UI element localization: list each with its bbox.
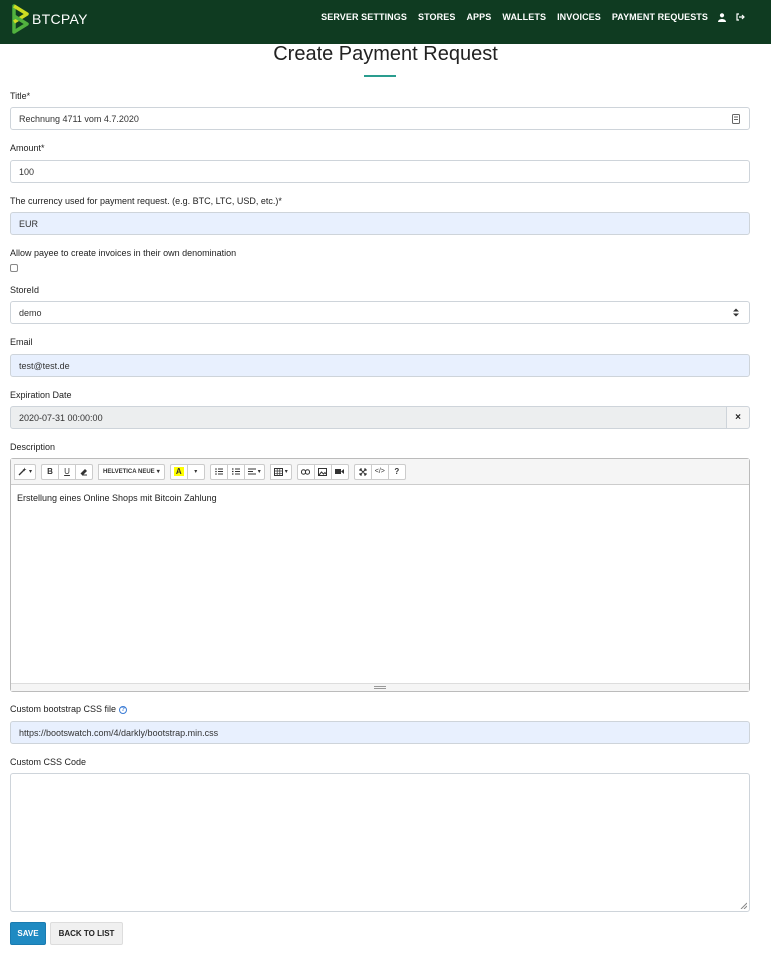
nav-wallets[interactable]: WALLETS (502, 12, 546, 22)
table-icon (273, 467, 283, 476)
back-to-list-button[interactable]: BACK TO LIST (50, 922, 123, 945)
sign-out-icon[interactable] (736, 13, 745, 21)
font-color-icon: A (173, 467, 184, 476)
allow-custom-checkbox[interactable] (10, 264, 18, 272)
title-input-value: Rechnung 4711 vom 4.7.2020 (19, 113, 139, 124)
btcpay-logo-icon (12, 4, 29, 34)
currency-input-value: EUR (19, 218, 39, 229)
brand-name: BTCPAY (32, 11, 88, 27)
expiration-input[interactable]: 2020-07-31 00:00:00 (10, 406, 727, 429)
custom-css-code-textarea[interactable] (10, 773, 750, 912)
email-label: Email (10, 337, 33, 347)
email-input[interactable]: test@test.de (10, 354, 750, 377)
allow-custom-label: Allow payee to create invoices in their … (10, 248, 237, 258)
question-circle-icon[interactable]: ? (119, 705, 128, 714)
save-button[interactable]: SAVE (10, 922, 46, 945)
store-select[interactable]: demo (10, 301, 750, 324)
picture-icon[interactable] (313, 463, 332, 480)
ordered-list-icon[interactable] (226, 463, 245, 480)
amount-label: Amount* (10, 143, 45, 153)
custom-css-code-label: Custom CSS Code (10, 757, 87, 767)
editor-toolbar: ▾ B U HELVETICA NEUE ▾ A ▾ ▾ ▾ </> ? (11, 459, 749, 485)
expiration-label: Expiration Date (10, 390, 72, 400)
help-button[interactable]: ? (387, 463, 406, 480)
paragraph-align-dropdown[interactable]: ▾ (243, 463, 265, 480)
bold-button[interactable]: B (41, 463, 60, 480)
title-label: Title* (10, 91, 31, 101)
main-nav: SERVER SETTINGS STORES APPS WALLETS INVO… (310, 0, 745, 34)
top-navbar: BTCPAY SERVER SETTINGS STORES APPS WALLE… (0, 0, 771, 44)
title-underline (364, 75, 396, 77)
text-color-button[interactable]: A (169, 463, 188, 480)
editor-resize-handle[interactable] (11, 683, 749, 691)
expiration-group: 2020-07-31 00:00:00 × (10, 406, 750, 429)
select-arrows-icon (731, 307, 741, 319)
nav-payment-requests[interactable]: PAYMENT REQUESTS (612, 12, 708, 22)
contact-card-icon[interactable] (731, 113, 741, 125)
brand-logo[interactable]: BTCPAY (12, 3, 88, 35)
custom-css-file-label: Custom bootstrap CSS file? (10, 704, 128, 714)
clear-date-button[interactable]: × (726, 406, 750, 429)
nav-stores[interactable]: STORES (418, 12, 455, 22)
fullscreen-icon[interactable] (353, 463, 372, 480)
currency-input[interactable]: EUR (10, 212, 750, 235)
resize-grip-icon[interactable] (740, 902, 747, 909)
text-color-dropdown[interactable]: ▾ (186, 463, 205, 480)
description-label: Description (10, 442, 56, 452)
nav-apps[interactable]: APPS (466, 12, 491, 22)
amount-input-value: 100 (19, 166, 35, 177)
expiration-input-value: 2020-07-31 00:00:00 (19, 412, 103, 423)
link-icon[interactable] (296, 463, 315, 480)
currency-label: The currency used for payment request. (… (10, 196, 282, 206)
align-left-icon (247, 468, 256, 475)
unordered-list-icon[interactable] (209, 463, 228, 480)
amount-input[interactable]: 100 (10, 160, 750, 183)
user-icon[interactable] (718, 12, 726, 22)
custom-css-file-label-text: Custom bootstrap CSS file (10, 704, 117, 714)
store-select-value: demo (19, 307, 42, 318)
editor-content[interactable]: Erstellung eines Online Shops mit Bitcoi… (11, 485, 749, 683)
video-icon[interactable] (330, 463, 349, 480)
font-family-dropdown[interactable]: HELVETICA NEUE ▾ (98, 463, 165, 480)
font-family-label: HELVETICA NEUE (103, 468, 155, 475)
nav-server-settings[interactable]: SERVER SETTINGS (321, 12, 407, 22)
custom-css-file-value: https://bootswatch.com/4/darkly/bootstra… (19, 727, 219, 738)
table-dropdown[interactable]: ▾ (269, 463, 292, 480)
code-view-icon[interactable]: </> (370, 463, 389, 480)
magic-wand-icon (18, 467, 27, 476)
store-label: StoreId (10, 285, 40, 295)
underline-button[interactable]: U (58, 463, 77, 480)
clear-format-icon[interactable] (75, 463, 94, 480)
email-input-value: test@test.de (19, 360, 70, 371)
nav-invoices[interactable]: INVOICES (557, 12, 601, 22)
style-dropdown-button[interactable]: ▾ (14, 463, 37, 480)
page-title: Create Payment Request (273, 43, 498, 65)
custom-css-file-input[interactable]: https://bootswatch.com/4/darkly/bootstra… (10, 721, 750, 744)
description-editor: ▾ B U HELVETICA NEUE ▾ A ▾ ▾ ▾ </> ? Ers… (10, 458, 750, 692)
title-input[interactable]: Rechnung 4711 vom 4.7.2020 (10, 107, 750, 130)
